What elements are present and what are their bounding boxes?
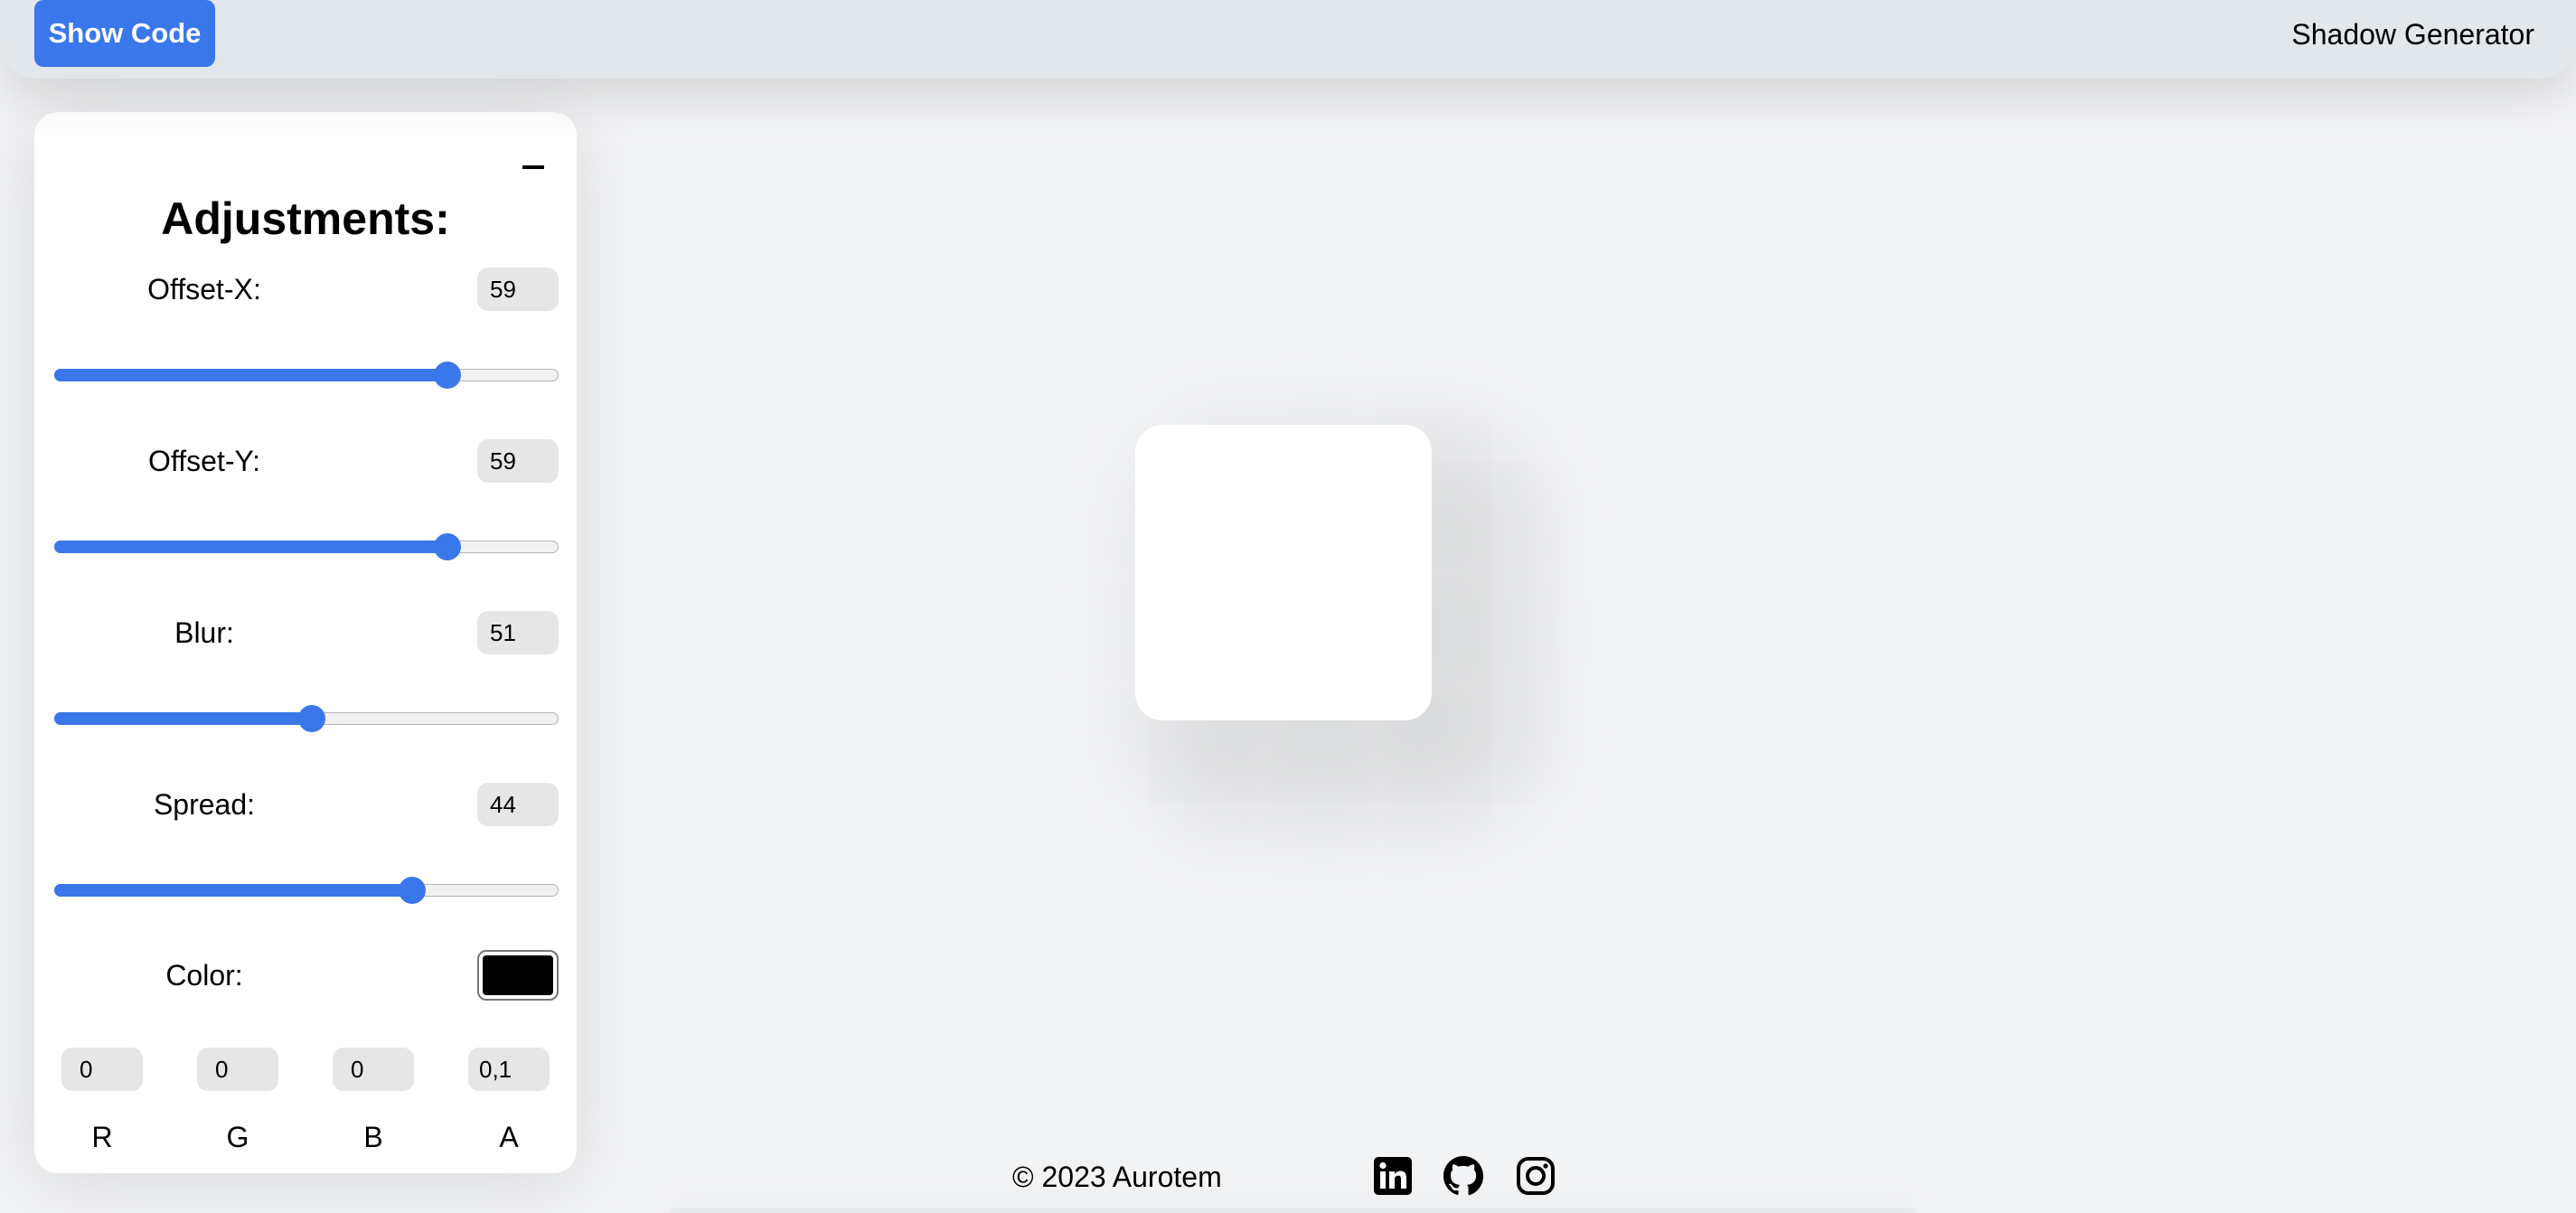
- alpha-label: A: [499, 1121, 519, 1153]
- panel-title: Adjustments:: [161, 193, 450, 244]
- slider-thumb[interactable]: [298, 705, 325, 732]
- blur-input[interactable]: [477, 611, 559, 654]
- offset-y-label: Offset-Y:: [148, 445, 260, 477]
- spread-label: Spread:: [153, 788, 256, 821]
- minus-icon[interactable]: [513, 146, 553, 186]
- slider-thumb[interactable]: [434, 533, 461, 560]
- footer-copyright: © 2023 Aurotem: [1012, 1161, 1222, 1193]
- github-icon[interactable]: [1443, 1155, 1484, 1197]
- footer-bar: [669, 1208, 1916, 1213]
- color-picker[interactable]: [477, 950, 559, 1001]
- offset-x-label: Offset-X:: [147, 273, 261, 306]
- blue-input[interactable]: [333, 1048, 414, 1091]
- slider-thumb[interactable]: [434, 362, 461, 389]
- green-input[interactable]: [197, 1048, 278, 1091]
- alpha-input[interactable]: [468, 1048, 550, 1091]
- app-title: Shadow Generator: [2291, 18, 2534, 51]
- adjustments-panel: Adjustments: Offset-X: Offset-Y: Blur: S…: [34, 112, 577, 1173]
- offset-y-input[interactable]: [477, 439, 559, 483]
- offset-x-input[interactable]: [477, 268, 559, 311]
- spread-input[interactable]: [477, 783, 559, 826]
- spread-slider[interactable]: [54, 875, 559, 906]
- red-label: R: [91, 1121, 113, 1153]
- slider-fill: [54, 712, 312, 725]
- slider-fill: [54, 369, 447, 381]
- blur-label: Blur:: [174, 616, 234, 649]
- slider-fill: [54, 884, 412, 897]
- show-code-button[interactable]: Show Code: [34, 0, 215, 67]
- color-swatch-fill: [483, 955, 553, 995]
- offset-y-slider[interactable]: [54, 531, 559, 562]
- green-label: G: [226, 1121, 249, 1153]
- slider-fill: [54, 541, 447, 553]
- color-label: Color:: [165, 959, 243, 992]
- offset-x-slider[interactable]: [54, 360, 559, 390]
- linkedin-icon[interactable]: [1372, 1155, 1414, 1197]
- instagram-icon[interactable]: [1515, 1155, 1556, 1197]
- blue-label: B: [363, 1121, 383, 1153]
- top-bar: Show Code Shadow Generator: [0, 0, 2576, 79]
- shadow-preview-box: [1135, 425, 1432, 720]
- red-input[interactable]: [61, 1048, 143, 1091]
- blur-slider[interactable]: [54, 703, 559, 734]
- slider-thumb[interactable]: [399, 877, 426, 904]
